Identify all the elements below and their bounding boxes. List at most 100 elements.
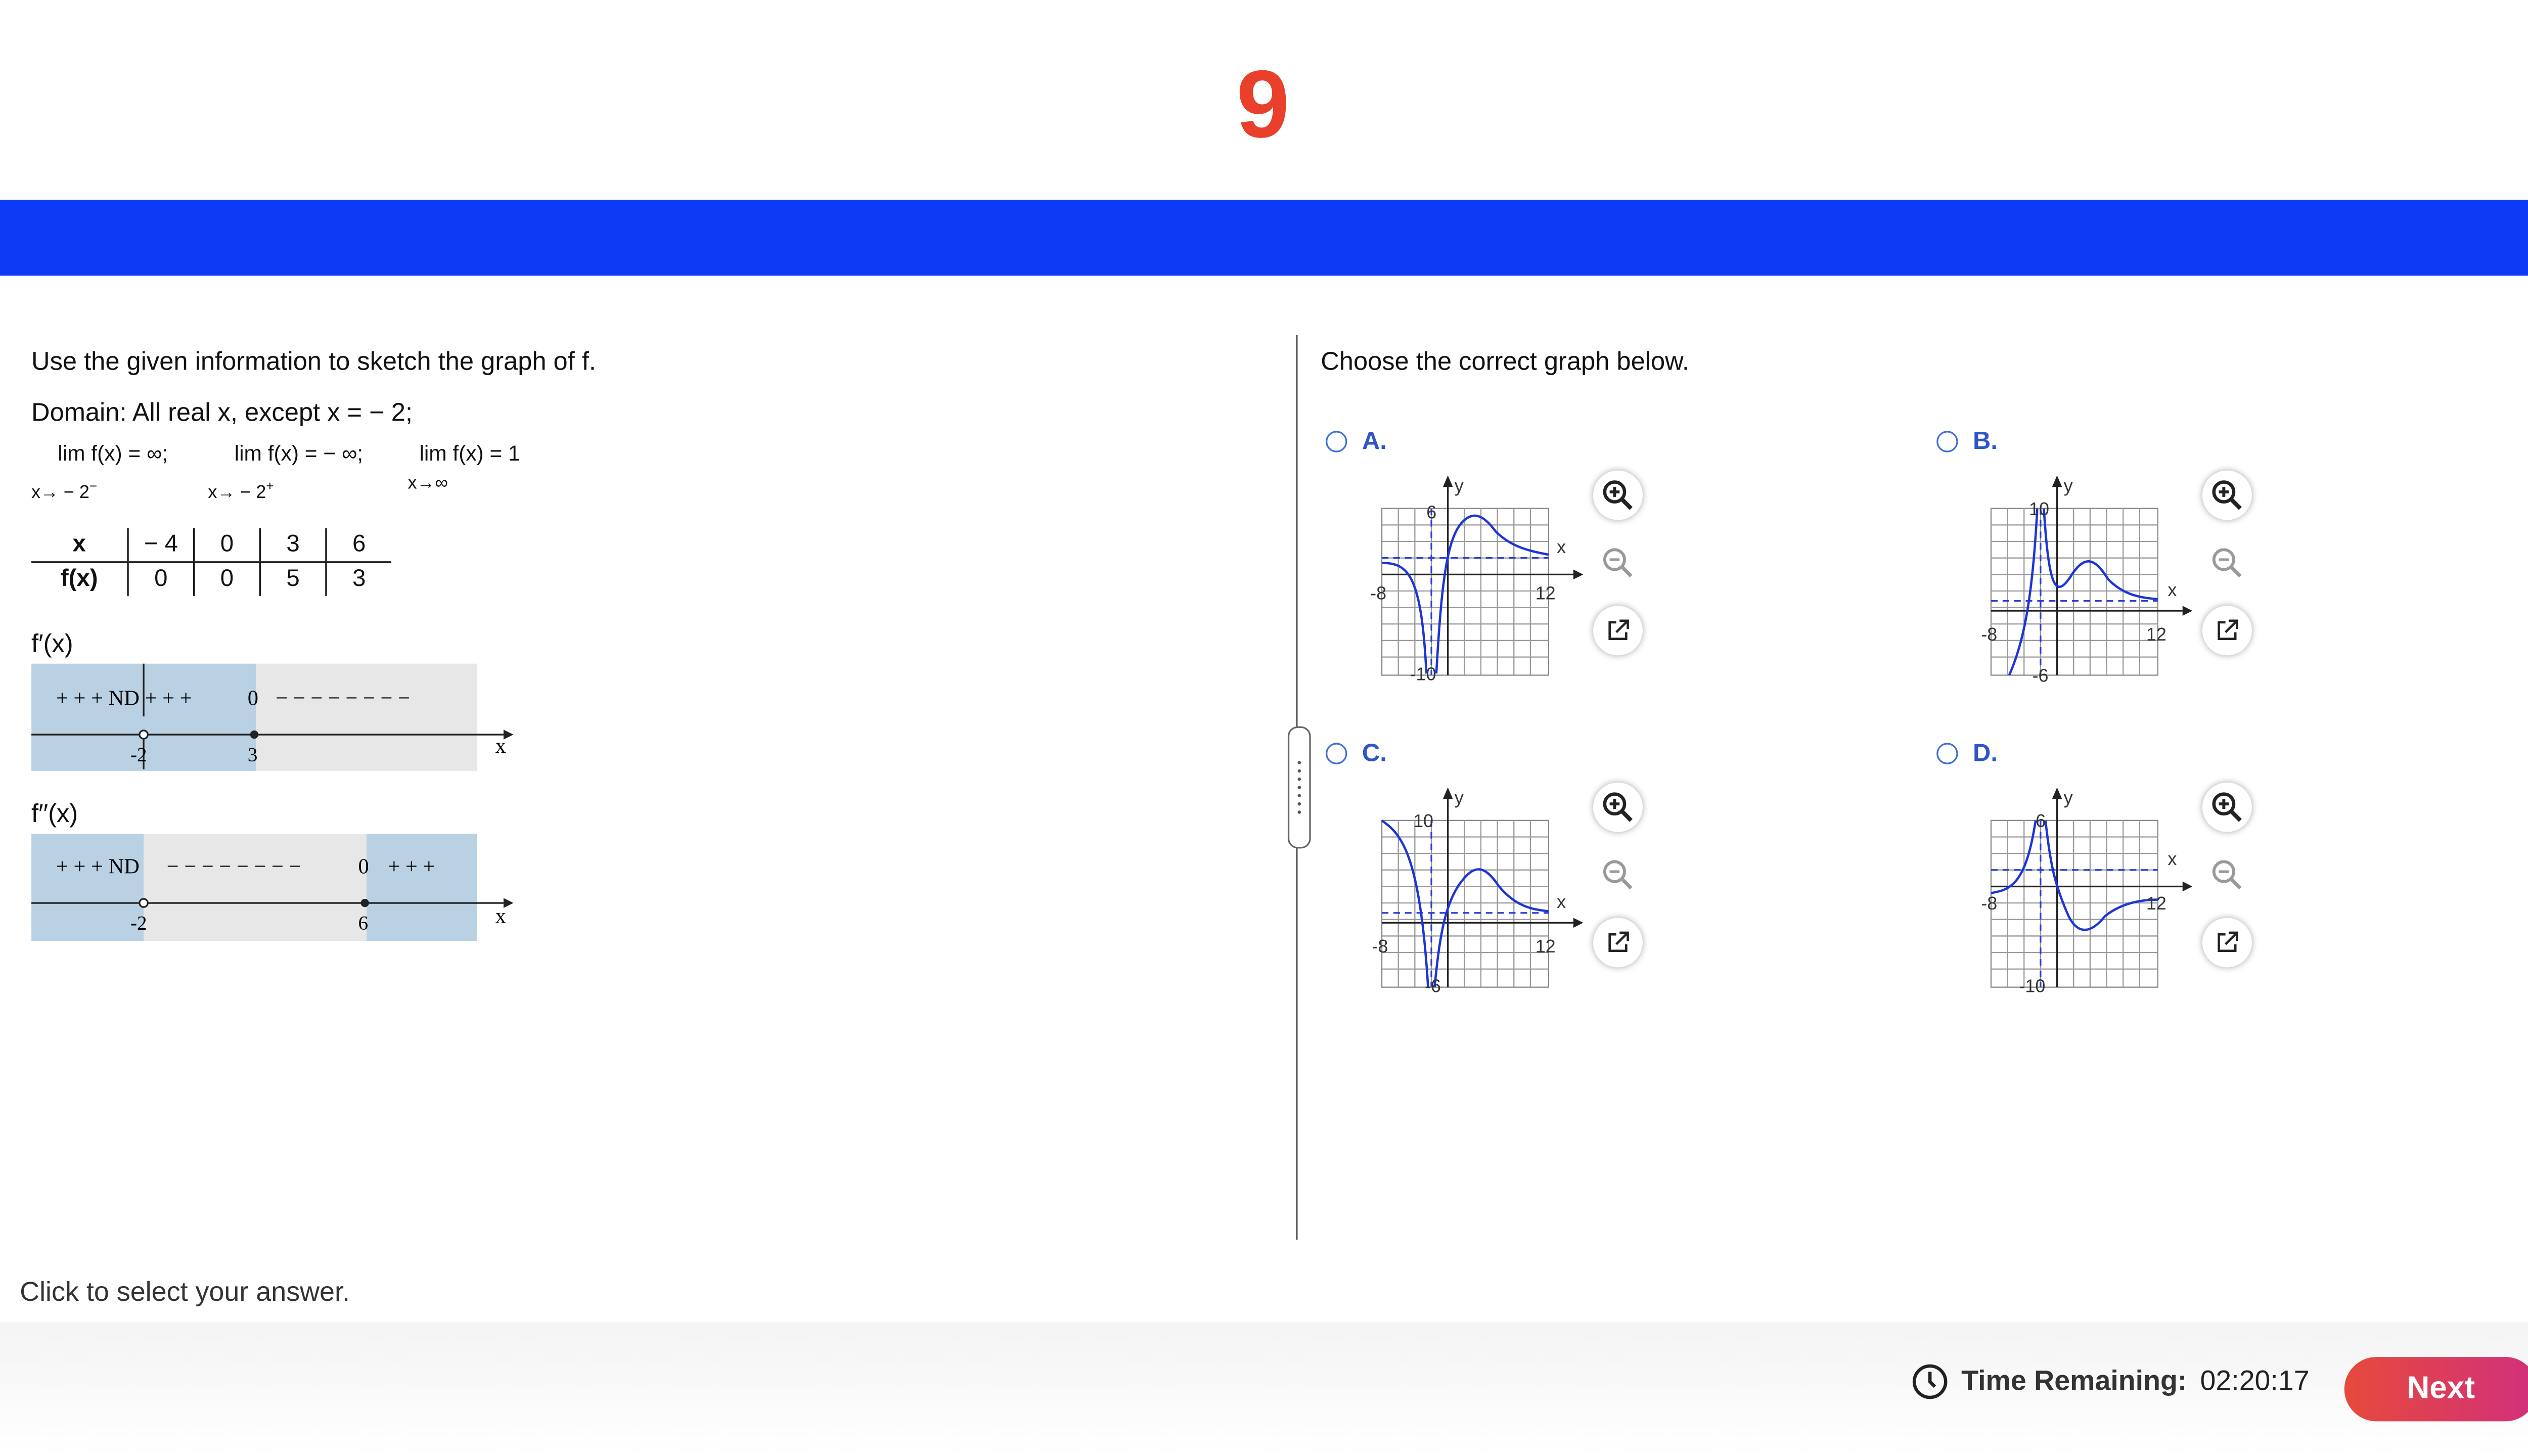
table-cell: 5 — [259, 562, 326, 596]
zoom-in-icon — [1603, 792, 1633, 822]
table-row: x − 4 0 3 6 — [31, 528, 391, 563]
option-c-zoom-out-button[interactable] — [1593, 850, 1643, 900]
y-min-label: -6 — [2033, 665, 2049, 686]
graph-grid — [1990, 508, 2158, 676]
table-cell: 3 — [259, 528, 326, 563]
option-c-label[interactable]: C. — [1362, 740, 1387, 768]
x-max-label: 12 — [1536, 936, 1556, 957]
x-axis-label: x — [2168, 579, 2177, 600]
closed-point — [360, 898, 369, 907]
y-max-label: 10 — [1413, 810, 1433, 831]
page: 9 Use the given information to sketch th… — [0, 0, 2528, 1456]
graph-curve — [1382, 514, 1549, 674]
limit-3: lim f(x) = 1 — [419, 440, 520, 466]
fdoubleprime-zero: 0 — [358, 854, 369, 878]
y-max-label: 6 — [2036, 810, 2046, 831]
zoom-out-icon — [2212, 548, 2242, 578]
option-b-label[interactable]: B. — [1973, 428, 1998, 456]
x-max-label: 12 — [2146, 624, 2166, 645]
x-min-label: -8 — [1981, 893, 1997, 914]
domain-text: Domain: All real x, except x = − 2; — [31, 399, 413, 428]
graph-grid — [1381, 508, 1549, 676]
table-cell: 3 — [325, 562, 391, 596]
option-c-zoom-in-button[interactable] — [1593, 782, 1643, 832]
x-axis-arrow — [1573, 569, 1584, 580]
option-d-zoom-out-button[interactable] — [2202, 850, 2252, 900]
x-min-label: -8 — [1370, 582, 1386, 603]
y-axis-arrow — [1442, 475, 1453, 487]
header-banner — [0, 200, 2528, 276]
fprime-signs-right: − − − − − − − − — [276, 686, 410, 710]
y-axis-label: y — [2064, 787, 2073, 808]
zoom-in-icon — [1603, 480, 1633, 510]
option-c-radio[interactable] — [1326, 743, 1347, 764]
option-a-open-button[interactable] — [1593, 606, 1643, 656]
fdoubleprime-sign-chart: + + + ND − − − − − − − − 0 + + + -2 6 x — [31, 833, 514, 941]
limit-2: lim f(x) = − ∞; — [234, 440, 364, 466]
y-axis-label: y — [1455, 475, 1464, 496]
option-d-label[interactable]: D. — [1973, 740, 1998, 768]
y-min-label: -10 — [2019, 975, 2045, 996]
option-b-zoom-out-button[interactable] — [2202, 538, 2252, 588]
axis-label: x — [495, 904, 506, 928]
x-min-label: -8 — [1372, 936, 1388, 957]
fprime-sign-chart: + + + ND + + + 0 − − − − − − − − -2 3 x — [31, 663, 514, 771]
limit-1: lim f(x) = ∞; — [58, 440, 168, 466]
y-max-label: 6 — [1426, 502, 1436, 522]
negative-region — [256, 663, 477, 771]
fdoubleprime-signs-left: + + + ND — [56, 854, 140, 878]
zoom-out-icon — [2212, 860, 2242, 890]
positive-region — [366, 833, 477, 941]
option-d-radio[interactable] — [1936, 743, 1958, 764]
limit-2-subscript: x→ − 2+ — [208, 478, 274, 503]
clock-icon — [1912, 1364, 1948, 1399]
graph-grid — [1381, 820, 1549, 988]
negative-region — [144, 833, 367, 941]
option-a-zoom-out-button[interactable] — [1593, 538, 1643, 588]
option-b-open-button[interactable] — [2202, 606, 2252, 656]
tick-label: -2 — [130, 912, 147, 934]
zoom-in-icon — [2212, 480, 2242, 510]
option-b-graph: 10 -6 -8 12 x y — [1981, 475, 2193, 686]
external-link-icon — [2218, 619, 2238, 640]
y-axis-arrow — [1442, 787, 1453, 799]
external-link-icon — [1608, 931, 1629, 952]
option-b-zoom-in-button[interactable] — [2202, 470, 2252, 520]
option-a-radio[interactable] — [1326, 431, 1347, 452]
graph-curve — [2008, 508, 2158, 676]
option-a-label[interactable]: A. — [1362, 428, 1387, 456]
fdoubleprime-signs-right: + + + — [388, 854, 435, 878]
zoom-in-icon — [2212, 792, 2242, 822]
time-remaining: Time Remaining: 02:20:17 — [1912, 1363, 2310, 1400]
next-button[interactable]: Next — [2344, 1357, 2528, 1422]
fprime-label: f′(x) — [31, 630, 73, 659]
option-a-graph: 6 -10 -8 12 x y — [1370, 475, 1584, 684]
table-cell: 0 — [193, 562, 260, 596]
question-number: 9 — [1236, 51, 1290, 159]
zoom-out-icon — [1603, 548, 1633, 578]
y-axis-label: y — [1455, 787, 1464, 808]
external-link-icon — [1608, 619, 1629, 640]
tick-label: 3 — [248, 744, 258, 765]
x-axis-arrow — [1573, 918, 1584, 928]
option-c-open-button[interactable] — [1593, 918, 1643, 968]
x-max-label: 12 — [2146, 893, 2166, 914]
y-axis-label: y — [2064, 475, 2073, 496]
option-d-open-button[interactable] — [2202, 918, 2252, 968]
option-a-zoom-in-button[interactable] — [1593, 470, 1643, 520]
x-axis-arrow — [2182, 606, 2193, 616]
graph-grid — [1990, 820, 2158, 988]
x-axis-label: x — [2168, 848, 2177, 869]
x-axis-label: x — [1557, 536, 1566, 557]
panel-resize-handle[interactable] — [1287, 726, 1311, 849]
tick-label: -2 — [130, 744, 147, 765]
option-b-radio[interactable] — [1936, 431, 1958, 452]
axis-label: x — [495, 734, 506, 758]
x-axis-arrow — [2182, 881, 2193, 892]
external-link-icon — [2218, 931, 2238, 952]
hint-text: Click to select your answer. — [20, 1278, 350, 1308]
option-d-zoom-in-button[interactable] — [2202, 782, 2252, 832]
fprime-zero: 0 — [248, 686, 258, 710]
table-cell: 0 — [127, 562, 194, 596]
table-cell: x — [31, 528, 128, 563]
